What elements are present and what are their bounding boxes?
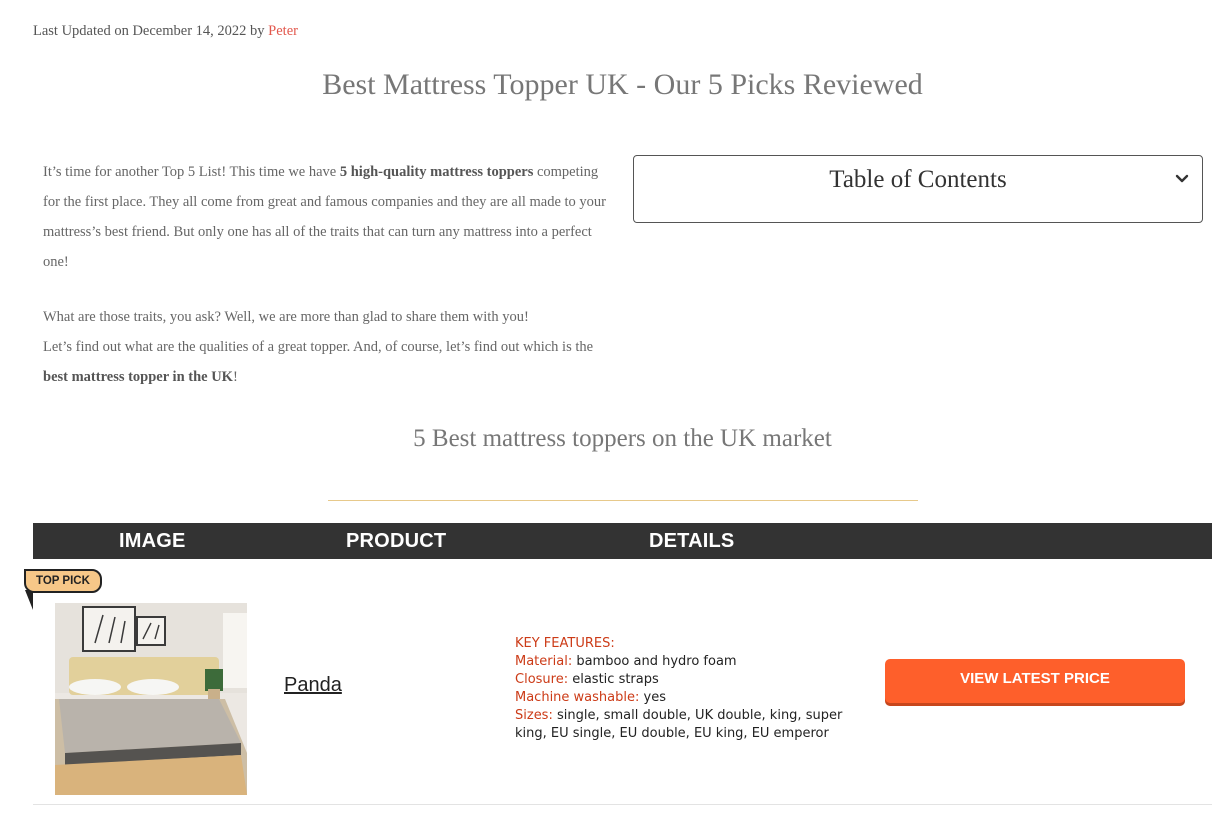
intro-paragraph-1: It’s time for another Top 5 List! This t… <box>43 157 618 277</box>
toc-title: Table of Contents <box>829 166 1007 193</box>
detail-closure: Closure: elastic straps <box>515 671 845 689</box>
chevron-down-icon[interactable] <box>1174 170 1190 186</box>
intro-text-run: ! <box>232 369 238 385</box>
key-features-heading: KEY FEATURES: <box>515 636 615 651</box>
mattress-topper-photo <box>55 603 247 795</box>
product-link-panda[interactable]: Panda <box>284 674 342 697</box>
detail-label: Sizes: <box>515 708 553 723</box>
intro-text-run: Let’s find out what are the qualities of… <box>43 339 594 355</box>
intro-bold-run: 5 high-quality mattress toppers <box>339 164 534 180</box>
intro-text-run: What are those traits, you ask? Well, we… <box>43 309 529 325</box>
table-header: IMAGE PRODUCT DETAILS <box>33 523 1212 559</box>
intro-text: It’s time for another Top 5 List! This t… <box>43 157 618 417</box>
detail-value: bamboo and hydro foam <box>572 654 737 669</box>
detail-label: Machine washable: <box>515 690 640 705</box>
detail-washable: Machine washable: yes <box>515 689 845 707</box>
detail-value: single, small double, UK double, king, s… <box>515 708 843 741</box>
column-header-product: PRODUCT <box>346 530 447 552</box>
detail-material: Material: bamboo and hydro foam <box>515 653 845 671</box>
detail-label: Closure: <box>515 672 569 687</box>
detail-value: elastic straps <box>568 672 659 687</box>
intro-text-run: It’s time for another Top 5 List! This t… <box>43 164 340 180</box>
badge-ribbon-tail <box>25 590 33 610</box>
intro-bold-run: best mattress topper in the UK <box>43 369 233 385</box>
section-divider <box>328 500 918 501</box>
table-of-contents-toggle[interactable]: Table of Contents <box>633 155 1203 223</box>
detail-value: yes <box>639 690 666 705</box>
detail-sizes: Sizes: single, small double, UK double, … <box>515 707 845 743</box>
view-latest-price-button[interactable]: VIEW LATEST PRICE <box>885 659 1185 703</box>
detail-label: Material: <box>515 654 573 669</box>
column-header-image: IMAGE <box>119 530 186 552</box>
section-title: 5 Best mattress toppers on the UK market <box>413 425 832 452</box>
post-meta: Last Updated on December 14, 2022 by Pet… <box>33 23 298 40</box>
top-pick-badge: TOP PICK <box>24 569 102 593</box>
author-link[interactable]: Peter <box>268 23 298 39</box>
intro-paragraph-2: What are those traits, you ask? Well, we… <box>43 302 618 392</box>
product-details: KEY FEATURES: Material: bamboo and hydro… <box>515 635 845 743</box>
last-updated-text: Last Updated on December 14, 2022 by <box>33 23 265 39</box>
product-image[interactable] <box>55 603 247 795</box>
column-header-details: DETAILS <box>649 530 735 552</box>
page-title: Best Mattress Topper UK - Our 5 Picks Re… <box>322 68 923 101</box>
